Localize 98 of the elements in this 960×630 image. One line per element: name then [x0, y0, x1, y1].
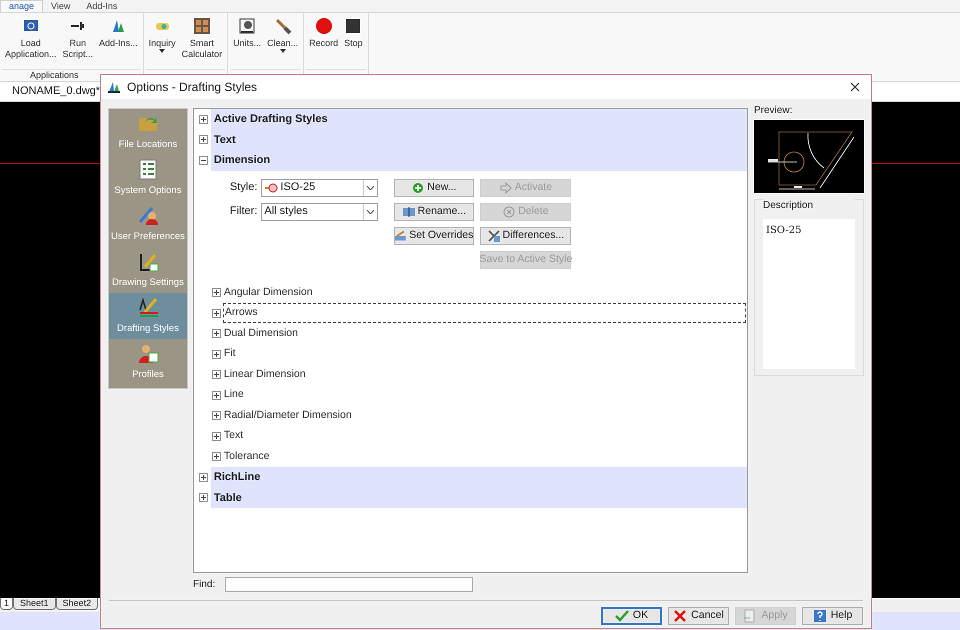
button-icon [812, 609, 827, 623]
tree-expander[interactable] [212, 390, 221, 400]
tree-expander[interactable] [212, 308, 221, 318]
sidebar-item-icon [136, 296, 159, 318]
ribbon-tool-icon [238, 17, 256, 35]
style-icon [264, 182, 278, 194]
tree-item[interactable]: Dual Dimension [222, 324, 746, 344]
expand-icon [212, 452, 221, 462]
ribbon-button[interactable]: Load Application... [2, 17, 60, 67]
tree-expander[interactable] [198, 135, 208, 144]
tree-expander[interactable] [198, 114, 208, 124]
expand-icon [198, 493, 208, 502]
document-tab[interactable]: NONAME_0.dwg* [12, 83, 100, 100]
ribbon-button[interactable]: Add-Ins... [96, 17, 141, 67]
dialog-button[interactable]: OK [601, 607, 662, 625]
tree-category[interactable]: Dimension [210, 150, 747, 170]
expand-icon [198, 114, 208, 124]
ribbon-button[interactable]: Units... [230, 17, 264, 67]
preview-label: Preview: [754, 104, 794, 118]
group-label: Applications [30, 68, 79, 82]
field-label: Style: [230, 180, 258, 196]
button-icon [488, 230, 500, 242]
expand-icon [212, 390, 221, 400]
dropdown-caret-icon [367, 210, 374, 214]
tree-item[interactable]: Line [222, 385, 746, 406]
ribbon-tool-icon [344, 17, 362, 35]
ribbon-tab[interactable]: Add-Ins [78, 0, 126, 12]
expand-icon [212, 308, 221, 318]
tree-expander[interactable] [212, 370, 221, 380]
tree-expander[interactable] [198, 156, 208, 165]
ribbon-tab[interactable]: View [43, 0, 78, 12]
expand-icon [212, 370, 221, 380]
ribbon-button[interactable]: Record [306, 17, 342, 67]
dropdown-caret-icon [367, 186, 374, 190]
ribbon-tool-icon [192, 17, 211, 35]
filter-combobox[interactable]: All styles [261, 202, 378, 220]
expand-icon [198, 472, 208, 482]
tree-category[interactable]: RichLine [210, 467, 747, 488]
tree-expander[interactable] [212, 288, 221, 298]
description-label: Description [763, 198, 855, 213]
tree-expander[interactable] [212, 350, 221, 359]
action-button[interactable]: New... [394, 178, 474, 196]
tree-item[interactable]: Tolerance [222, 446, 746, 467]
ribbon-button[interactable]: Clean... [264, 17, 302, 67]
expand-icon [212, 288, 221, 298]
ribbon-button[interactable]: Run Script... [60, 17, 96, 67]
action-button[interactable]: Differences... [480, 226, 572, 244]
dialog-button[interactable]: Help [802, 607, 863, 625]
button-icon [412, 182, 424, 194]
sheet-tab[interactable]: Sheet2 [56, 598, 98, 610]
tree-expander[interactable] [198, 472, 208, 482]
ribbon-button[interactable]: Stop [341, 17, 366, 67]
tree-expander[interactable] [198, 493, 208, 502]
action-button[interactable]: Rename... [394, 202, 474, 220]
button-icon [402, 206, 415, 218]
expand-icon [198, 135, 208, 144]
button-icon [614, 609, 629, 623]
tree-category[interactable]: Active Drafting Styles [210, 109, 747, 130]
tree-expander[interactable] [212, 329, 221, 338]
tree-expander[interactable] [212, 432, 221, 441]
expand-icon [212, 411, 221, 420]
button-icon [743, 609, 758, 623]
tree-item[interactable]: Text [222, 426, 746, 446]
find-label: Find: [193, 578, 216, 592]
tree-expander[interactable] [212, 452, 221, 462]
field-label: Filter: [230, 204, 258, 220]
expand-icon [212, 350, 221, 359]
button-icon [500, 182, 512, 194]
button-icon [395, 230, 406, 242]
tree-item[interactable]: Angular Dimension [222, 282, 746, 303]
ribbon-tab[interactable]: anage [0, 0, 44, 12]
collapse-icon [198, 156, 208, 165]
button-icon [503, 206, 516, 218]
expand-icon [212, 329, 221, 338]
style-combobox[interactable]: ISO-25 [261, 178, 378, 196]
close-icon [850, 82, 860, 92]
ribbon-button[interactable]: Smart Calculator [178, 17, 226, 67]
dialog-button[interactable]: Cancel [668, 607, 729, 625]
tree-item[interactable]: Radial/Diameter Dimension [222, 406, 746, 426]
tree-item[interactable]: Arrows [222, 303, 746, 324]
description-text: ISO-25 [766, 225, 802, 236]
dialog-title: Options - Drafting Styles [127, 79, 258, 96]
sheet-tab[interactable]: 1 [0, 598, 14, 610]
ribbon-tool-icon [274, 17, 292, 35]
ribbon-button[interactable]: Inquiry [146, 17, 179, 67]
sheet-tab[interactable]: Sheet1 [13, 598, 56, 610]
action-button[interactable]: Set Overrides [394, 226, 474, 244]
app-logo-icon [107, 80, 121, 94]
ribbon-tool-icon [314, 17, 333, 35]
tree-item[interactable]: Fit [222, 344, 746, 364]
tree-category[interactable]: Table [210, 488, 747, 508]
find-field[interactable] [225, 576, 474, 592]
tree-expander[interactable] [212, 411, 221, 420]
tree-category[interactable]: Text [210, 130, 747, 150]
expand-icon [212, 432, 221, 441]
sidebar-item-icon [136, 158, 159, 180]
tree-item[interactable]: Linear Dimension [222, 364, 746, 385]
button-icon [673, 609, 688, 623]
